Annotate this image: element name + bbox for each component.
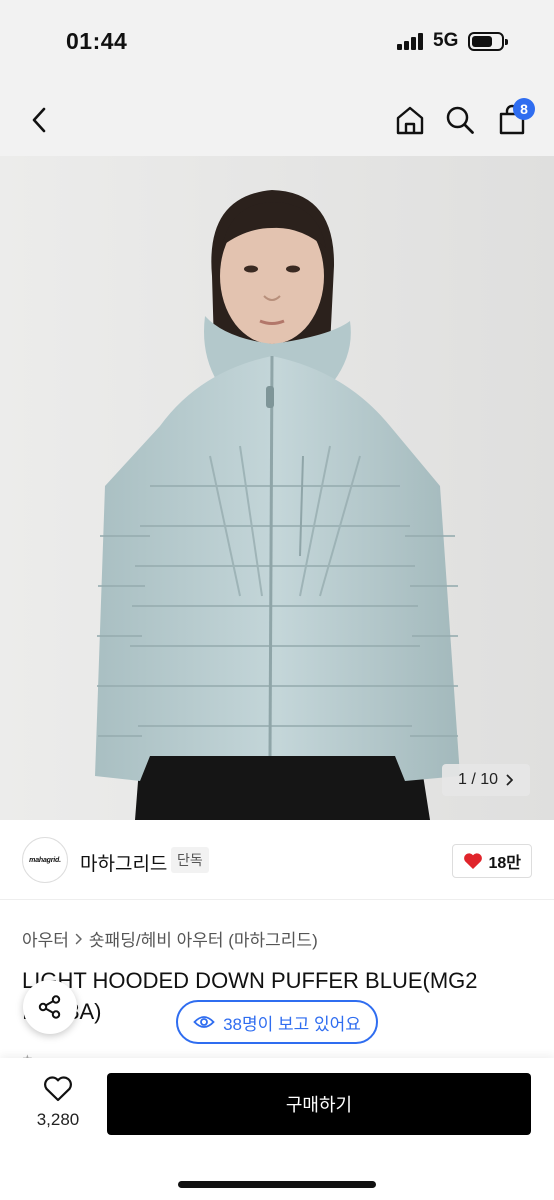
- heart-icon: [464, 853, 483, 869]
- status-time: 01:44: [66, 28, 128, 54]
- brand-row[interactable]: mahagrid. 마하그리드 단독 18만: [0, 820, 554, 900]
- brand-name[interactable]: 마하그리드: [80, 849, 167, 876]
- brand-like-count: 18만: [488, 855, 521, 872]
- cart-count-badge: 8: [513, 98, 535, 120]
- wishlist-button[interactable]: 3,280: [28, 1076, 88, 1130]
- cart-button[interactable]: 8: [492, 98, 535, 140]
- home-button[interactable]: [390, 100, 430, 140]
- buy-button[interactable]: 구매하기: [107, 1073, 531, 1135]
- search-icon: [446, 106, 474, 134]
- product-image[interactable]: 1 / 10: [0, 156, 554, 820]
- share-button[interactable]: [23, 980, 77, 1034]
- battery-icon: [468, 32, 508, 51]
- breadcrumb-category[interactable]: 아우터: [22, 926, 69, 951]
- brand-logo[interactable]: mahagrid.: [22, 837, 68, 883]
- bottom-action-bar: 3,280 구매하기: [0, 1058, 554, 1200]
- brand-like-button[interactable]: 18만: [452, 844, 532, 878]
- status-bar: 01:44 5G: [0, 0, 554, 84]
- search-button[interactable]: [440, 100, 480, 140]
- chevron-right-icon: [506, 774, 513, 786]
- chevron-right-icon: [75, 933, 82, 944]
- viewers-indicator: 38명이 보고 있어요: [176, 1000, 378, 1044]
- eye-icon: [193, 1016, 215, 1028]
- back-button[interactable]: [20, 100, 60, 140]
- home-icon: [396, 106, 424, 135]
- top-nav: 8: [0, 84, 554, 156]
- exclusive-badge: 단독: [171, 847, 209, 873]
- share-icon: [38, 995, 61, 1019]
- viewers-text: 38명이 보고 있어요: [223, 1014, 361, 1034]
- back-icon: [32, 107, 46, 133]
- breadcrumb: 아우터 숏패딩/헤비 아우터 (마하그리드): [22, 926, 318, 951]
- network-label: 5G: [433, 30, 459, 51]
- image-counter-text: 1 / 10: [457, 771, 498, 788]
- heart-icon: [44, 1076, 72, 1102]
- product-photo: [0, 156, 554, 820]
- wishlist-count: 3,280: [36, 1110, 80, 1129]
- home-indicator: [178, 1181, 376, 1188]
- image-counter[interactable]: 1 / 10: [441, 764, 530, 796]
- breadcrumb-subcategory[interactable]: 숏패딩/헤비 아우터 (마하그리드): [89, 926, 318, 951]
- signal-icon: [397, 33, 425, 50]
